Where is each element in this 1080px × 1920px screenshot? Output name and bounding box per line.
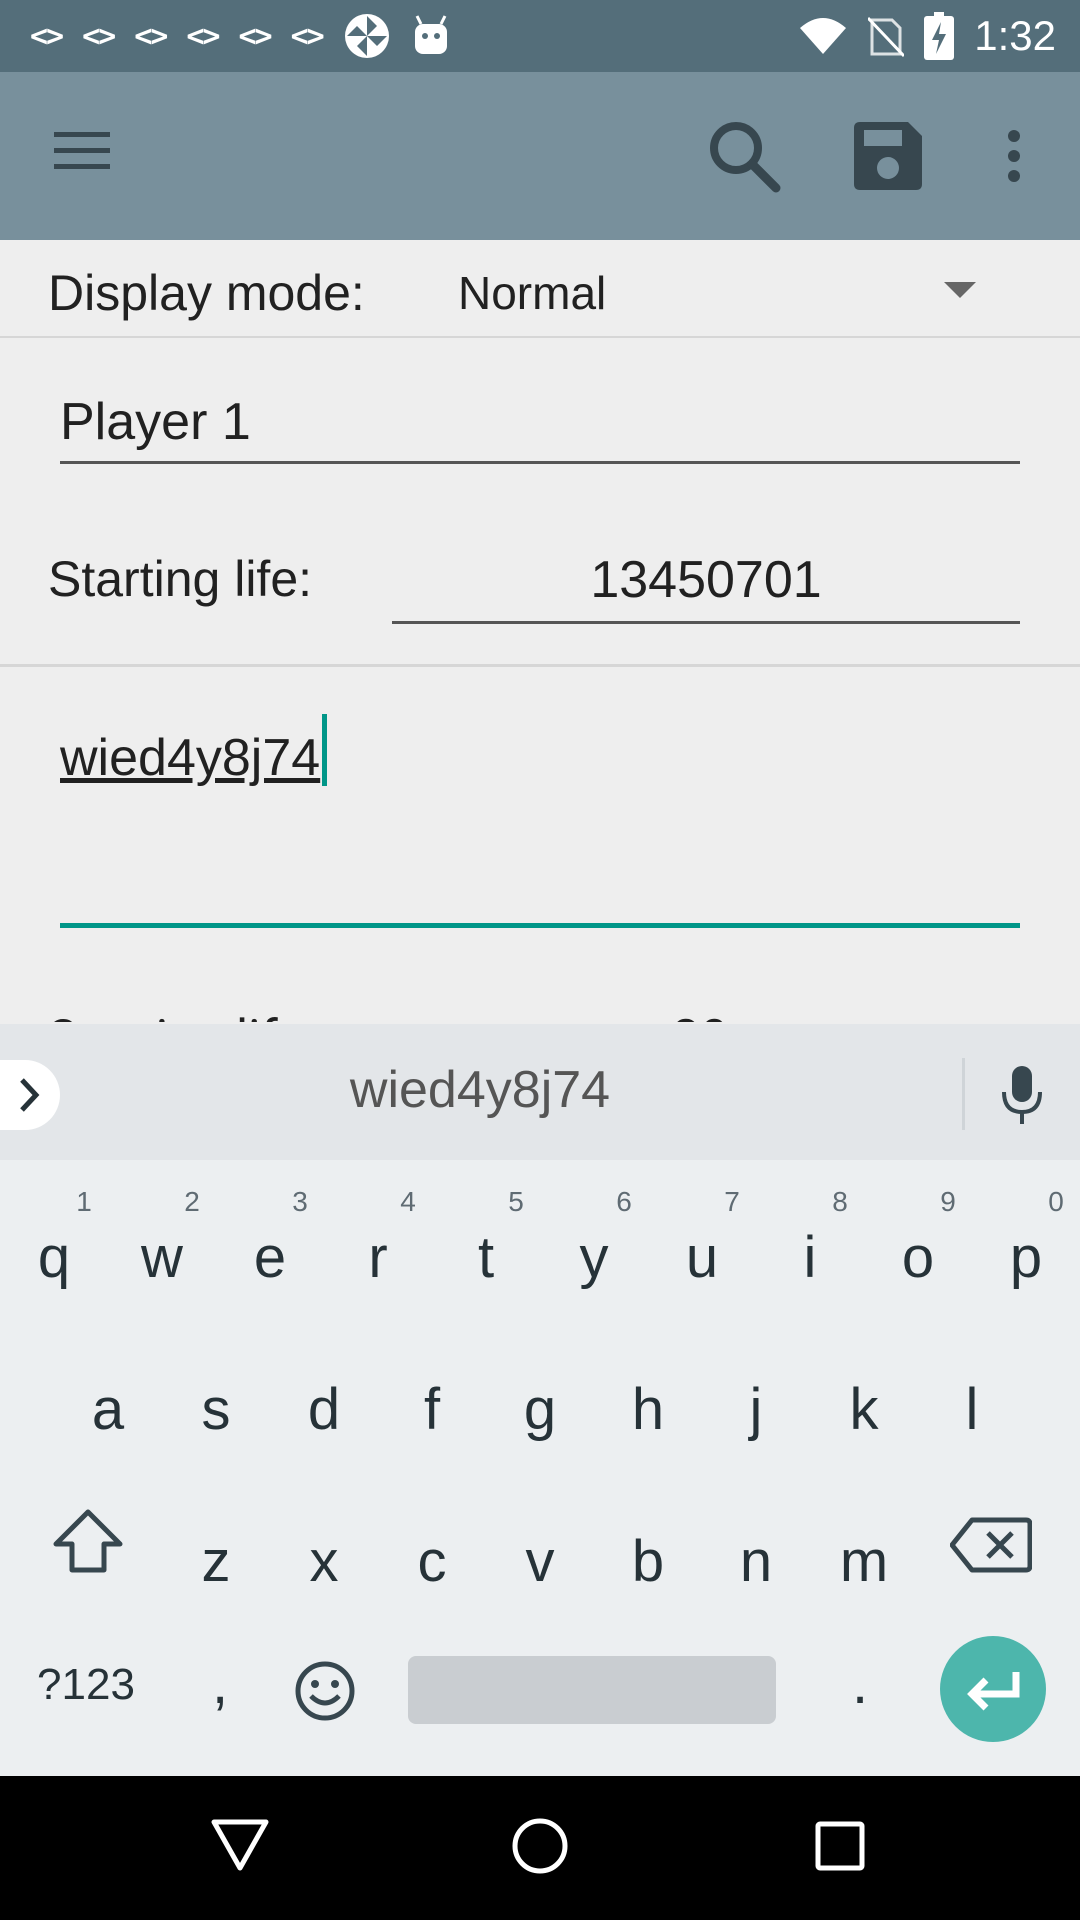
- focused-text-field[interactable]: wied4y8j74: [60, 714, 1020, 928]
- key-d[interactable]: d: [270, 1376, 378, 1443]
- key-w[interactable]: w: [108, 1224, 216, 1291]
- key-n[interactable]: n: [702, 1528, 810, 1595]
- text-cursor: [322, 714, 327, 786]
- key-hint: 6: [616, 1186, 632, 1217]
- comma-key[interactable]: ,: [190, 1650, 250, 1717]
- code-icon: <>: [82, 18, 116, 54]
- key-c[interactable]: c: [378, 1528, 486, 1595]
- suggestion-word[interactable]: wied4y8j74: [0, 1060, 960, 1120]
- display-mode-label: Display mode:: [48, 265, 365, 321]
- space-key[interactable]: [408, 1656, 776, 1724]
- key-hint: 4: [400, 1186, 416, 1217]
- player-name-value: Player 1: [60, 393, 251, 451]
- next-row-label: Starting life:: [48, 1010, 316, 1022]
- key-j[interactable]: j: [702, 1376, 810, 1443]
- key-b[interactable]: b: [594, 1528, 702, 1595]
- search-icon[interactable]: [706, 118, 782, 194]
- microphone-icon[interactable]: [1000, 1064, 1044, 1128]
- code-icon: <>: [134, 18, 168, 54]
- key-s[interactable]: s: [162, 1376, 270, 1443]
- display-mode-dropdown[interactable]: Normal: [458, 266, 606, 320]
- key-k[interactable]: k: [810, 1376, 918, 1443]
- recents-icon[interactable]: [814, 1820, 866, 1872]
- key-h[interactable]: h: [594, 1376, 702, 1443]
- notification-icons: <> <> <> <> <> <>: [30, 12, 451, 60]
- enter-key[interactable]: [940, 1636, 1046, 1742]
- home-icon[interactable]: [510, 1816, 570, 1876]
- key-hint: 0: [1048, 1186, 1064, 1217]
- back-icon[interactable]: [210, 1816, 270, 1872]
- key-hint: 1: [76, 1186, 92, 1217]
- code-icon: <>: [290, 18, 325, 54]
- key-r[interactable]: r: [324, 1224, 432, 1291]
- battery-charging-icon: [924, 12, 955, 60]
- key-hint: 9: [940, 1186, 956, 1217]
- more-vert-icon[interactable]: [1004, 130, 1024, 182]
- key-t[interactable]: t: [432, 1224, 540, 1291]
- backspace-icon[interactable]: [950, 1516, 1032, 1574]
- code-icon: <>: [186, 18, 220, 54]
- clock: 1:32: [974, 12, 1056, 59]
- display-mode-row: Display mode: Normal: [0, 240, 1080, 338]
- key-u[interactable]: u: [648, 1224, 756, 1291]
- key-z[interactable]: z: [162, 1528, 270, 1595]
- navigation-bar: [0, 1776, 1080, 1920]
- key-m[interactable]: m: [810, 1528, 918, 1595]
- status-bar: <> <> <> <> <> <> 1:32: [0, 0, 1080, 72]
- enter-arrow-icon: [967, 1672, 1020, 1711]
- system-icons: 1:32: [798, 12, 1056, 60]
- focused-text-value: wied4y8j74: [60, 729, 321, 787]
- key-x[interactable]: x: [270, 1528, 378, 1595]
- key-y[interactable]: y: [540, 1224, 648, 1291]
- dropdown-arrow-icon[interactable]: [944, 282, 976, 298]
- key-f[interactable]: f: [378, 1376, 486, 1443]
- key-e[interactable]: e: [216, 1224, 324, 1291]
- starting-life-field[interactable]: 13450701: [392, 546, 1020, 624]
- next-row-value: 20: [672, 1010, 728, 1022]
- android-icon: [414, 15, 447, 54]
- key-p[interactable]: p: [972, 1224, 1080, 1291]
- pinwheel-icon: [344, 14, 389, 58]
- starting-life-value: 13450701: [590, 551, 822, 609]
- key-hint: 8: [832, 1186, 848, 1217]
- emoji-icon[interactable]: [294, 1660, 356, 1722]
- save-icon[interactable]: [850, 118, 926, 194]
- key-v[interactable]: v: [486, 1528, 594, 1595]
- shift-icon[interactable]: [52, 1508, 124, 1574]
- key-a[interactable]: a: [54, 1376, 162, 1443]
- key-l[interactable]: l: [918, 1376, 1026, 1443]
- starting-life-label: Starting life:: [48, 551, 313, 607]
- suggestion-strip: wied4y8j74: [0, 1024, 1080, 1160]
- key-hint: 2: [184, 1186, 200, 1217]
- period-key[interactable]: .: [830, 1650, 890, 1717]
- key-hint: 3: [292, 1186, 308, 1217]
- symbols-key[interactable]: ?123: [28, 1660, 144, 1710]
- key-hint: 5: [508, 1186, 524, 1217]
- key-g[interactable]: g: [486, 1376, 594, 1443]
- menu-icon[interactable]: [52, 130, 114, 172]
- key-i[interactable]: i: [756, 1224, 864, 1291]
- key-o[interactable]: o: [864, 1224, 972, 1291]
- no-sim-icon: [868, 16, 905, 58]
- wifi-icon: [800, 18, 847, 54]
- divider: [0, 664, 1080, 667]
- key-hint: 7: [724, 1186, 740, 1217]
- suggestion-separator: [962, 1058, 965, 1130]
- player-name-field[interactable]: Player 1: [60, 388, 1020, 464]
- code-icon: <>: [238, 18, 273, 54]
- code-icon: <>: [30, 18, 64, 54]
- key-q[interactable]: q: [0, 1224, 108, 1291]
- app-toolbar: [0, 72, 1080, 240]
